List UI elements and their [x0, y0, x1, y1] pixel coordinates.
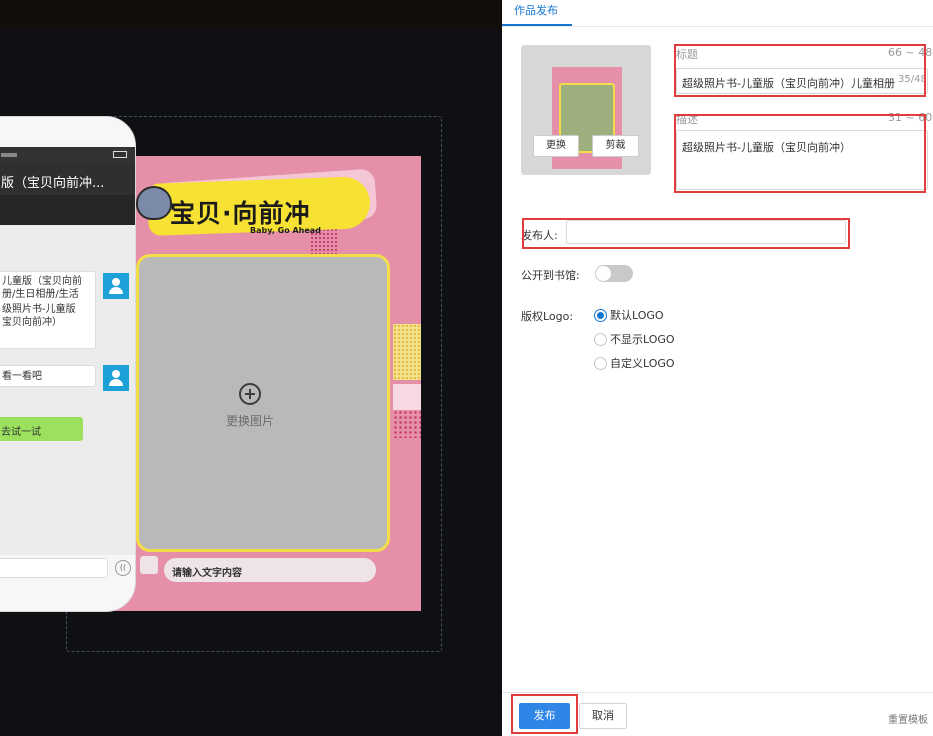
phone-preview: 版（宝贝向前冲... 儿童版（宝贝向前 册/生日相册/生活 级照片书-儿童版 宝… — [0, 116, 136, 612]
phone-sub-bar — [0, 195, 135, 225]
logo-option-label[interactable]: 默认LOGO — [610, 307, 664, 323]
text-style-square[interactable] — [140, 556, 158, 574]
radio-unchecked-icon[interactable] — [594, 332, 607, 346]
voice-icon: (( — [115, 560, 131, 576]
mascot-icon — [136, 186, 172, 220]
add-photo-icon[interactable] — [239, 383, 261, 405]
replace-photo-label[interactable]: 更换图片 — [226, 412, 274, 429]
radio-unchecked-icon[interactable] — [594, 356, 607, 370]
card-line: 宝贝向前冲） — [2, 317, 62, 328]
publish-panel: 作品发布 更换 剪裁 标题 66 ~ 48 超级照片书-儿童版（宝贝向前冲）儿童… — [502, 0, 933, 736]
logo-option-none[interactable]: 不显示LOGO — [594, 331, 675, 347]
try-it-button: 去试一试 — [0, 417, 83, 441]
decor-white-strip — [393, 384, 421, 410]
battery-icon — [113, 151, 127, 158]
logo-option-custom[interactable]: 自定义LOGO — [594, 355, 675, 371]
annotation-box-publish — [511, 694, 578, 734]
annotation-box-description — [674, 114, 926, 193]
banner-subtitle: Baby, Go Ahead — [250, 226, 321, 235]
photo-slot[interactable] — [136, 254, 390, 552]
signal-icon — [1, 153, 17, 157]
text-input-placeholder[interactable]: 请输入文字内容 — [172, 564, 242, 579]
banner-title[interactable]: 宝贝·向前冲 — [170, 194, 311, 230]
logo-option-default[interactable]: 默认LOGO — [594, 307, 664, 323]
avatar-icon — [103, 273, 129, 299]
card-line: 级照片书-儿童版 — [2, 304, 76, 315]
annotation-box-title — [674, 44, 926, 97]
design-page: 宝贝·向前冲 Baby, Go Ahead 更换图片 请输入文字内容 — [100, 156, 421, 611]
copyright-logo-label: 版权Logo: — [521, 310, 574, 323]
avatar-icon — [103, 365, 129, 391]
cover-thumbnail: 更换 剪裁 — [521, 45, 651, 175]
share-card-bubble: 儿童版（宝贝向前 册/生日相册/生活 级照片书-儿童版 宝贝向前冲） — [0, 271, 96, 349]
phone-message-input — [0, 558, 108, 578]
radio-checked-icon[interactable] — [594, 308, 607, 322]
editor-top-strip — [0, 0, 502, 30]
logo-option-label[interactable]: 不显示LOGO — [610, 331, 675, 347]
message-bubble: 看一看吧 — [0, 365, 96, 387]
public-library-label: 公开到书馆: — [521, 269, 580, 282]
tab-publish[interactable]: 作品发布 — [514, 2, 558, 18]
card-line: 册/生日相册/生活 — [2, 289, 79, 300]
annotation-box-publisher — [522, 218, 850, 249]
public-library-toggle[interactable] — [595, 265, 633, 282]
decor-yellow-strip — [393, 324, 421, 380]
phone-chat-title: 版（宝贝向前冲... — [0, 163, 135, 195]
tab-divider — [502, 26, 933, 27]
crop-cover-button[interactable]: 剪裁 — [592, 135, 639, 157]
replace-cover-button[interactable]: 更换 — [533, 135, 579, 157]
logo-option-label[interactable]: 自定义LOGO — [610, 355, 675, 371]
card-line: 儿童版（宝贝向前 — [2, 276, 82, 287]
footer-divider — [502, 692, 933, 693]
decor-pink-dots — [393, 410, 421, 438]
reset-template-link[interactable]: 重置模板 — [888, 711, 928, 726]
cancel-button[interactable]: 取消 — [579, 703, 627, 729]
